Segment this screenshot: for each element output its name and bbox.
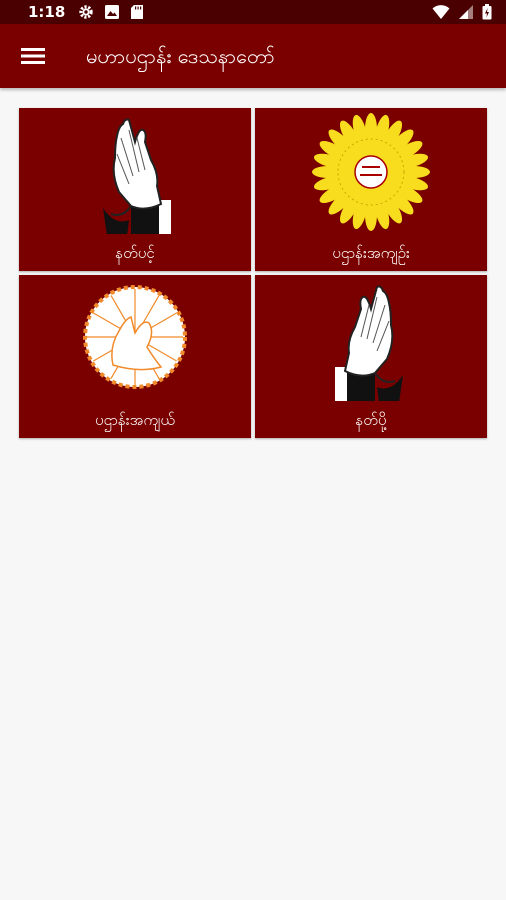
- tile-nat-po[interactable]: နတ်ပို့: [255, 275, 487, 438]
- praying-hands-mirrored-icon: [335, 285, 403, 401]
- tile-nat-pint[interactable]: နတ်ပင့်: [19, 108, 251, 271]
- status-icons-right: [432, 4, 492, 20]
- status-icons-left: [78, 4, 144, 20]
- gear-icon: [79, 5, 93, 19]
- cell-signal-icon: [459, 5, 473, 19]
- hamburger-menu-icon[interactable]: [20, 44, 46, 68]
- tile-pahtan-long[interactable]: ပဌာန်းအကျယ်: [19, 275, 251, 438]
- praying-hands-icon: [103, 118, 171, 234]
- menu-grid: နတ်ပင့် ပဌာန်းအကျဉ်း ပဌာန်းအကျယ် နတ်ပို့: [19, 108, 488, 438]
- app-bar: မဟာပဌာန်း ဒေသနာတော်: [0, 24, 506, 88]
- wifi-icon: [432, 5, 450, 19]
- status-bar: 1:18: [0, 0, 506, 24]
- battery-icon: [482, 4, 492, 20]
- photo-icon: [105, 5, 119, 19]
- tile-label: နတ်ပင့်: [115, 244, 155, 262]
- tile-label: ပဌာန်းအကျယ်: [95, 411, 175, 429]
- app-title: မဟာပဌာန်း ဒေသနာတော်: [86, 44, 275, 68]
- sd-card-icon: [131, 5, 143, 19]
- tile-label: ပဌာန်းအကျဉ်း: [332, 244, 410, 262]
- radiant-emblem-icon: [83, 285, 187, 389]
- yellow-emblem-icon: [312, 113, 430, 231]
- tile-label: နတ်ပို့: [355, 411, 387, 429]
- status-time: 1:18: [28, 3, 66, 21]
- tile-pahtan-short[interactable]: ပဌာန်းအကျဉ်း: [255, 108, 487, 271]
